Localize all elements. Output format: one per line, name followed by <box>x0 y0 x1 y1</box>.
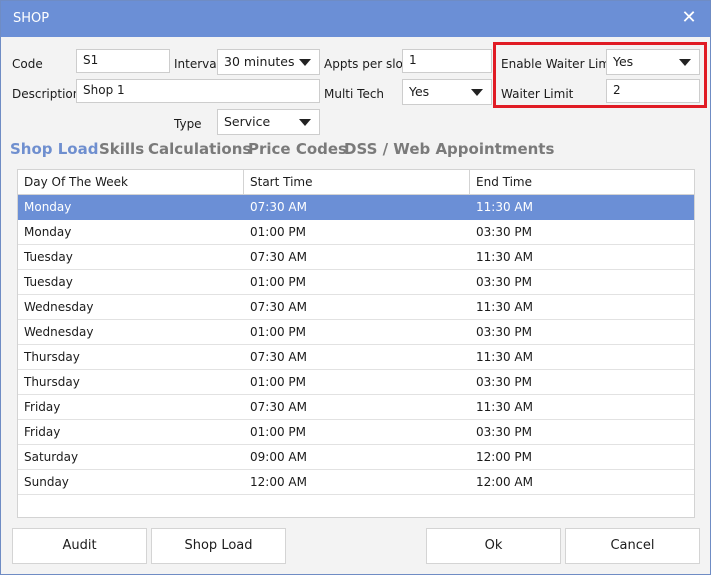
start-time-cell: 07:30 AM <box>250 200 307 214</box>
day-cell: Friday <box>24 400 61 414</box>
appts-per-slot-input[interactable]: 1 <box>402 49 492 73</box>
column-header-start-time[interactable]: Start Time <box>244 170 470 194</box>
tab-calculations[interactable]: Calculations <box>148 140 251 158</box>
window-title: SHOP <box>13 11 50 26</box>
day-cell: Sunday <box>24 475 69 489</box>
type-value: Service <box>224 114 271 129</box>
table-row[interactable]: Wednesday 01:00 PM 03:30 PM <box>18 320 694 345</box>
day-cell: Monday <box>24 200 72 214</box>
shop-load-button[interactable]: Shop Load <box>151 528 286 564</box>
start-time-cell: 01:00 PM <box>250 375 306 389</box>
type-select[interactable]: Service <box>217 109 320 135</box>
table-row[interactable]: Tuesday 07:30 AM 11:30 AM <box>18 245 694 270</box>
day-cell: Wednesday <box>24 300 94 314</box>
start-time-cell: 07:30 AM <box>250 350 307 364</box>
end-time-cell: 12:00 PM <box>476 450 532 464</box>
end-time-cell: 12:00 AM <box>476 475 533 489</box>
interval-label: Interval <box>174 57 220 71</box>
table-row[interactable]: Tuesday 01:00 PM 03:30 PM <box>18 270 694 295</box>
table-row[interactable]: Friday 01:00 PM 03:30 PM <box>18 420 694 445</box>
multi-tech-select[interactable]: Yes <box>402 79 492 105</box>
table-row[interactable]: Thursday 01:00 PM 03:30 PM <box>18 370 694 395</box>
appts-per-slot-label: Appts per slot <box>324 57 408 71</box>
column-header-day[interactable]: Day Of The Week <box>18 170 244 194</box>
day-cell: Friday <box>24 425 61 439</box>
description-input[interactable]: Shop 1 <box>76 79 320 103</box>
start-time-cell: 01:00 PM <box>250 325 306 339</box>
day-cell: Wednesday <box>24 325 94 339</box>
start-time-cell: 07:30 AM <box>250 250 307 264</box>
column-header-end-time[interactable]: End Time <box>470 170 694 194</box>
table-row[interactable]: Sunday 12:00 AM 12:00 AM <box>18 470 694 495</box>
chevron-down-icon <box>471 89 483 96</box>
end-time-cell: 11:30 AM <box>476 250 533 264</box>
end-time-cell: 03:30 PM <box>476 275 532 289</box>
day-cell: Thursday <box>24 375 80 389</box>
start-time-cell: 01:00 PM <box>250 225 306 239</box>
end-time-cell: 03:30 PM <box>476 325 532 339</box>
start-time-cell: 09:00 AM <box>250 450 307 464</box>
end-time-cell: 03:30 PM <box>476 225 532 239</box>
description-label: Description <box>12 87 81 101</box>
table-row[interactable]: Monday 07:30 AM 11:30 AM <box>18 195 694 220</box>
tab-skills[interactable]: Skills <box>99 140 144 158</box>
end-time-cell: 11:30 AM <box>476 300 533 314</box>
waiter-limit-highlight <box>493 42 707 108</box>
chevron-down-icon <box>299 59 311 66</box>
table-row[interactable]: Wednesday 07:30 AM 11:30 AM <box>18 295 694 320</box>
multi-tech-label: Multi Tech <box>324 87 385 101</box>
start-time-cell: 12:00 AM <box>250 475 307 489</box>
end-time-cell: 11:30 AM <box>476 200 533 214</box>
end-time-cell: 11:30 AM <box>476 350 533 364</box>
day-cell: Monday <box>24 225 72 239</box>
code-label: Code <box>12 57 43 71</box>
table-row[interactable]: Friday 07:30 AM 11:30 AM <box>18 395 694 420</box>
tab-dss-web-appointments[interactable]: DSS / Web Appointments <box>344 140 554 158</box>
day-cell: Tuesday <box>24 250 73 264</box>
table-row[interactable]: Monday 01:00 PM 03:30 PM <box>18 220 694 245</box>
close-icon[interactable]: ✕ <box>678 7 700 29</box>
tab-shop-load[interactable]: Shop Load <box>10 140 98 158</box>
day-cell: Saturday <box>24 450 79 464</box>
cancel-button[interactable]: Cancel <box>565 528 700 564</box>
interval-value: 30 minutes <box>224 54 295 69</box>
tab-price-codes[interactable]: Price Codes <box>248 140 347 158</box>
title-bar: SHOP ✕ <box>1 1 710 37</box>
end-time-cell: 11:30 AM <box>476 400 533 414</box>
ok-button[interactable]: Ok <box>426 528 561 564</box>
type-label: Type <box>174 117 202 131</box>
shop-load-grid: Day Of The Week Start Time End Time Mond… <box>17 169 695 518</box>
start-time-cell: 01:00 PM <box>250 275 306 289</box>
shop-dialog: SHOP ✕ Code S1 Interval 30 minutes Appts… <box>0 0 711 575</box>
day-cell: Thursday <box>24 350 80 364</box>
grid-header: Day Of The Week Start Time End Time <box>18 170 694 195</box>
end-time-cell: 03:30 PM <box>476 425 532 439</box>
multi-tech-value: Yes <box>409 84 430 99</box>
start-time-cell: 07:30 AM <box>250 300 307 314</box>
start-time-cell: 07:30 AM <box>250 400 307 414</box>
audit-button[interactable]: Audit <box>12 528 147 564</box>
chevron-down-icon <box>299 119 311 126</box>
day-cell: Tuesday <box>24 275 73 289</box>
code-input[interactable]: S1 <box>76 49 170 73</box>
start-time-cell: 01:00 PM <box>250 425 306 439</box>
table-row[interactable]: Saturday 09:00 AM 12:00 PM <box>18 445 694 470</box>
table-row[interactable]: Thursday 07:30 AM 11:30 AM <box>18 345 694 370</box>
end-time-cell: 03:30 PM <box>476 375 532 389</box>
interval-select[interactable]: 30 minutes <box>217 49 320 75</box>
